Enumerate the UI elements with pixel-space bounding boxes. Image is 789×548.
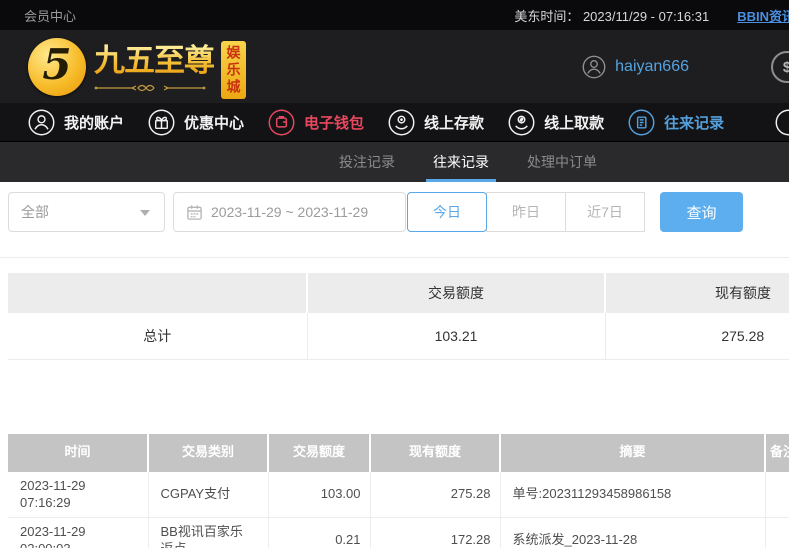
- site-logo[interactable]: 5 九五至尊 娱乐城: [28, 35, 246, 99]
- cell-balance: 172.28: [370, 517, 501, 548]
- date-range-value: 2023-11-29 ~ 2023-11-29: [211, 204, 369, 220]
- cell-summary: 单号:202311293458986158: [500, 471, 766, 518]
- col-time: 时间: [8, 433, 149, 472]
- cell-time: 2023-11-29 07:16:29: [8, 471, 149, 518]
- col-summary: 摘要: [500, 433, 766, 472]
- summary-total-amount: 103.21: [307, 313, 606, 360]
- logo-95-icon: 5: [28, 38, 86, 96]
- eastern-time: 美东时间： 2023/11/29 - 07:16:31: [514, 8, 710, 24]
- nav-item-my-account[interactable]: 我的账户: [28, 109, 124, 136]
- member-center-page: 会员中心 美东时间： 2023/11/29 - 07:16:31 BBIN资讯 …: [0, 0, 789, 548]
- topbar-right: 美东时间： 2023/11/29 - 07:16:31 BBIN资讯: [514, 0, 789, 30]
- nav-label: 电子钱包: [304, 114, 365, 132]
- section-divider: [0, 257, 789, 258]
- tab-pending-orders[interactable]: 处理中订单: [520, 142, 604, 182]
- username[interactable]: haiyan666: [615, 58, 689, 76]
- logo-badge: 娱乐城: [221, 41, 246, 99]
- col-balance: 现有额度: [370, 433, 501, 472]
- main-nav: 我的账户 优惠中心 电子钱包 线上存款 线上取款 往来记录: [0, 103, 789, 142]
- logo-text: 九五至尊: [94, 41, 215, 81]
- records-table: 时间 交易类别 交易额度 现有额度 摘要 备注 2023-11-29 07:16…: [8, 433, 789, 548]
- record-subtabs: 投注记录 往来记录 处理中订单: [0, 142, 789, 182]
- summary-total-row: 总计 103.21 275.28: [8, 313, 789, 360]
- balance-icon[interactable]: $: [771, 51, 789, 83]
- summary-header-empty: [8, 273, 308, 313]
- col-amount: 交易额度: [268, 433, 371, 472]
- nav-label: 线上取款: [544, 114, 605, 132]
- cell-note: [765, 517, 789, 548]
- nav-label: 我的账户: [64, 114, 125, 132]
- type-select-value: 全部: [21, 204, 49, 220]
- table-row: 2023-11-29 07:16:29 CGPAY支付 103.00 275.2…: [8, 471, 789, 518]
- today-button[interactable]: 今日: [407, 192, 487, 232]
- nav-item-transaction-records[interactable]: 往来记录: [628, 109, 724, 136]
- cell-type: BB视讯百家乐返点: [148, 517, 269, 548]
- records-header-row: 时间 交易类别 交易额度 现有额度 摘要 备注: [8, 433, 789, 472]
- search-button[interactable]: 查询: [660, 192, 743, 232]
- summary-header-amount: 交易额度: [307, 273, 606, 313]
- wallet-icon: [268, 109, 295, 135]
- topbar: 会员中心 美东时间： 2023/11/29 - 07:16:31 BBIN资讯: [0, 0, 789, 30]
- header-user: haiyan666: [582, 30, 689, 103]
- user-avatar-icon: [582, 55, 606, 78]
- cell-balance: 275.28: [370, 471, 501, 518]
- cell-time: 2023-11-29 02:00:03: [8, 517, 149, 548]
- nav-item-online-withdraw[interactable]: 线上取款: [508, 109, 604, 136]
- nav-label: 往来记录: [664, 114, 725, 132]
- withdraw-icon: [508, 109, 535, 135]
- bbin-news-link[interactable]: BBIN资讯: [737, 6, 789, 25]
- nav-label: 优惠中心: [184, 114, 245, 132]
- summary-table: 交易额度 现有额度 总计 103.21 275.28: [8, 273, 789, 360]
- calendar-icon: [187, 204, 202, 220]
- col-note: 备注: [765, 433, 789, 472]
- currency-symbol: $: [782, 58, 789, 76]
- type-select[interactable]: 全部: [8, 192, 165, 232]
- quick-range-group: 今日 昨日 近7日 查询: [407, 192, 743, 232]
- records-icon: [628, 109, 655, 135]
- user-icon: [28, 109, 55, 135]
- date-range-input[interactable]: 2023-11-29 ~ 2023-11-29: [173, 192, 406, 232]
- site-header: 5 九五至尊 娱乐城 haiyan666 $: [0, 30, 789, 103]
- cell-amount: 0.21: [268, 517, 371, 548]
- filter-bar: 全部 2023-11-29 ~ 2023-11-29 今日 昨日 近7日 查询: [8, 192, 789, 232]
- nav-item-online-deposit[interactable]: 线上存款: [388, 109, 484, 136]
- yesterday-button[interactable]: 昨日: [486, 192, 566, 232]
- cell-amount: 103.00: [268, 471, 371, 518]
- summary-total-label: 总计: [8, 313, 308, 360]
- nav-item-e-wallet[interactable]: 电子钱包: [268, 109, 364, 136]
- tab-transaction-records[interactable]: 往来记录: [426, 142, 496, 182]
- summary-header-balance: 现有额度: [605, 273, 789, 313]
- deposit-icon: [388, 109, 415, 135]
- chevron-down-icon: [140, 210, 150, 216]
- table-row: 2023-11-29 02:00:03 BB视讯百家乐返点 0.21 172.2…: [8, 517, 789, 548]
- breadcrumb-member-center: 会员中心: [24, 8, 77, 24]
- cell-type: CGPAY支付: [148, 471, 269, 518]
- cell-note: [765, 471, 789, 518]
- nav-label: 线上存款: [424, 114, 485, 132]
- summary-header-row: 交易额度 现有额度: [8, 273, 789, 313]
- logo-flourish-icon: [94, 85, 206, 92]
- col-type: 交易类别: [148, 433, 269, 472]
- nav-partial-icon: [775, 109, 789, 136]
- logo-body: 九五至尊: [94, 41, 215, 94]
- cell-summary: 系统派发_2023-11-28: [500, 517, 766, 548]
- summary-total-balance: 275.28: [605, 313, 789, 360]
- nav-item-promotions[interactable]: 优惠中心: [148, 109, 244, 136]
- gift-icon: [148, 109, 175, 135]
- last7days-button[interactable]: 近7日: [565, 192, 645, 232]
- tab-bet-records[interactable]: 投注记录: [332, 142, 402, 182]
